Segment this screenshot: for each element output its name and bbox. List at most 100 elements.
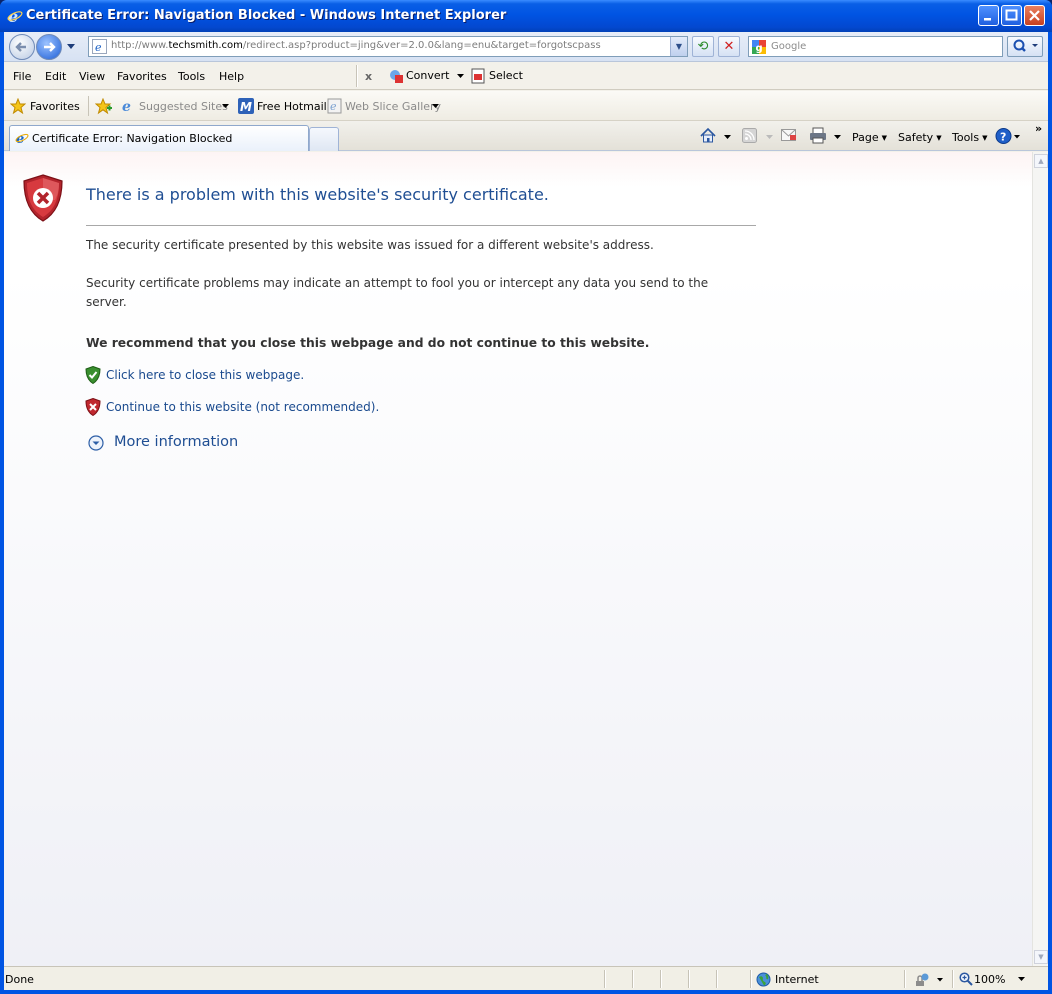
continue-to-website-link[interactable]: Continue to this website (not recommende… [106, 400, 379, 414]
free-hotmail-link[interactable]: Free Hotmail [257, 100, 327, 113]
search-box[interactable]: g Google [748, 36, 1003, 57]
minimize-icon [984, 18, 991, 21]
print-dropdown-icon[interactable] [834, 135, 841, 140]
address-dropdown-button[interactable]: ▼ [670, 37, 687, 56]
zoom-level-button[interactable]: 100% [974, 973, 1005, 986]
scroll-down-button[interactable]: ▼ [1034, 950, 1048, 964]
menu-file[interactable]: File [13, 70, 31, 83]
navigation-bar: e http://www.techsmith.com/redirect.asp?… [4, 32, 1048, 62]
svg-text:g: g [756, 43, 763, 54]
tools-menu-label: Tools [952, 131, 980, 144]
description-paragraph-1: The security certificate presented by th… [86, 238, 654, 252]
select-icon [471, 68, 485, 84]
back-button[interactable] [9, 34, 35, 60]
security-shield-error-icon [23, 174, 63, 222]
maximize-button[interactable] [1001, 5, 1022, 26]
menu-help[interactable]: Help [219, 70, 244, 83]
web-slice-icon: e [327, 98, 342, 114]
menu-favorites[interactable]: Favorites [117, 70, 167, 83]
status-divider [750, 970, 751, 988]
menu-view[interactable]: View [79, 70, 105, 83]
protected-mode-icon[interactable] [914, 972, 944, 987]
red-shield-icon [85, 398, 101, 416]
svg-text:e: e [122, 99, 131, 114]
search-button[interactable] [1007, 36, 1043, 57]
safety-menu-button[interactable]: Safety ▼ [898, 131, 942, 144]
internet-globe-icon [756, 972, 771, 987]
page-content: There is a problem with this website's s… [4, 152, 1032, 966]
convert-icon [390, 70, 403, 83]
hotmail-icon: M [238, 98, 254, 114]
menu-bar: File Edit View Favorites Tools Help x Co… [4, 62, 1048, 90]
close-icon [1029, 10, 1040, 21]
tab-bar: e Certificate Error: Navigation Blocked [4, 121, 1048, 151]
help-icon[interactable]: ? [995, 127, 1021, 145]
stop-button[interactable]: ✕ [718, 36, 740, 57]
status-text: Done [5, 973, 34, 986]
menu-separator [356, 65, 358, 87]
ie-logo-icon: e [7, 8, 23, 24]
url-text[interactable]: http://www.techsmith.com/redirect.asp?pr… [111, 40, 601, 51]
tab-ie-icon: e [15, 132, 29, 145]
safety-menu-label: Safety [898, 131, 934, 144]
status-divider [716, 970, 717, 988]
heading-divider [86, 225, 756, 226]
convert-button[interactable]: Convert [406, 69, 450, 82]
home-icon[interactable] [699, 127, 717, 144]
browser-frame: e http://www.techsmith.com/redirect.asp?… [4, 32, 1048, 990]
scroll-up-button[interactable]: ▲ [1034, 154, 1048, 168]
tab-label: Certificate Error: Navigation Blocked [32, 132, 233, 145]
feeds-dropdown-icon[interactable] [766, 135, 773, 140]
title-bar[interactable]: e Certificate Error: Navigation Blocked … [0, 0, 1052, 32]
compatibility-refresh-button[interactable]: ⟲ [692, 36, 714, 57]
suggested-sites-link[interactable]: Suggested Sites [139, 100, 228, 113]
address-bar[interactable]: e http://www.techsmith.com/redirect.asp?… [88, 36, 688, 57]
tools-menu-button[interactable]: Tools ▼ [952, 131, 988, 144]
expand-chevron-icon[interactable] [88, 435, 104, 451]
error-heading: There is a problem with this website's s… [86, 185, 549, 204]
page-ie-icon: e [92, 39, 107, 54]
safety-dropdown-icon: ▼ [936, 134, 942, 142]
close-window-button[interactable] [1024, 5, 1045, 26]
web-slice-dropdown-icon[interactable] [432, 104, 439, 109]
fav-separator [88, 96, 89, 116]
page-dropdown-icon: ▼ [881, 134, 888, 142]
page-menu-button[interactable]: Page ▼ [852, 131, 887, 144]
read-mail-icon[interactable] [781, 129, 797, 142]
home-dropdown-icon[interactable] [724, 135, 731, 140]
zoom-dropdown-icon[interactable] [1018, 977, 1025, 982]
menu-tools[interactable]: Tools [178, 70, 205, 83]
security-zone-text[interactable]: Internet [775, 973, 819, 986]
new-tab-button[interactable] [309, 127, 339, 151]
menu-edit[interactable]: Edit [45, 70, 66, 83]
zoom-magnifier-icon [959, 972, 973, 986]
convert-dropdown-icon[interactable] [457, 74, 464, 79]
status-divider [688, 970, 689, 988]
recommendation-text: We recommend that you close this webpage… [86, 336, 650, 350]
feeds-icon[interactable] [742, 128, 757, 143]
svg-text:?: ? [1000, 131, 1006, 144]
status-divider [660, 970, 661, 988]
add-to-favorites-icon[interactable] [95, 98, 113, 115]
close-toolbar-icon[interactable]: x [365, 70, 372, 83]
print-icon[interactable] [809, 127, 827, 144]
forward-button[interactable] [36, 34, 62, 60]
favorites-button[interactable]: Favorites [30, 100, 80, 113]
stop-icon: ✕ [723, 39, 735, 54]
minimize-button[interactable] [978, 5, 999, 26]
toolbar-overflow-chevron-icon[interactable]: » [1035, 122, 1042, 135]
more-information-link[interactable]: More information [114, 434, 238, 450]
web-slice-gallery-link[interactable]: Web Slice Gallery [345, 100, 441, 113]
window-title: Certificate Error: Navigation Blocked - … [26, 8, 507, 23]
status-divider [632, 970, 633, 988]
svg-text:e: e [95, 41, 102, 54]
recent-pages-dropdown-icon[interactable] [66, 43, 76, 51]
favorites-star-icon [10, 98, 26, 114]
suggested-sites-dropdown-icon[interactable] [222, 104, 229, 109]
vertical-scrollbar[interactable]: ▲ ▼ [1032, 152, 1048, 966]
tab-certificate-error[interactable]: e Certificate Error: Navigation Blocked [9, 125, 309, 151]
close-webpage-link[interactable]: Click here to close this webpage. [106, 368, 304, 382]
select-button[interactable]: Select [489, 69, 523, 82]
status-bar: Done Internet 100% [4, 966, 1048, 990]
browser-window: e Certificate Error: Navigation Blocked … [0, 0, 1052, 994]
